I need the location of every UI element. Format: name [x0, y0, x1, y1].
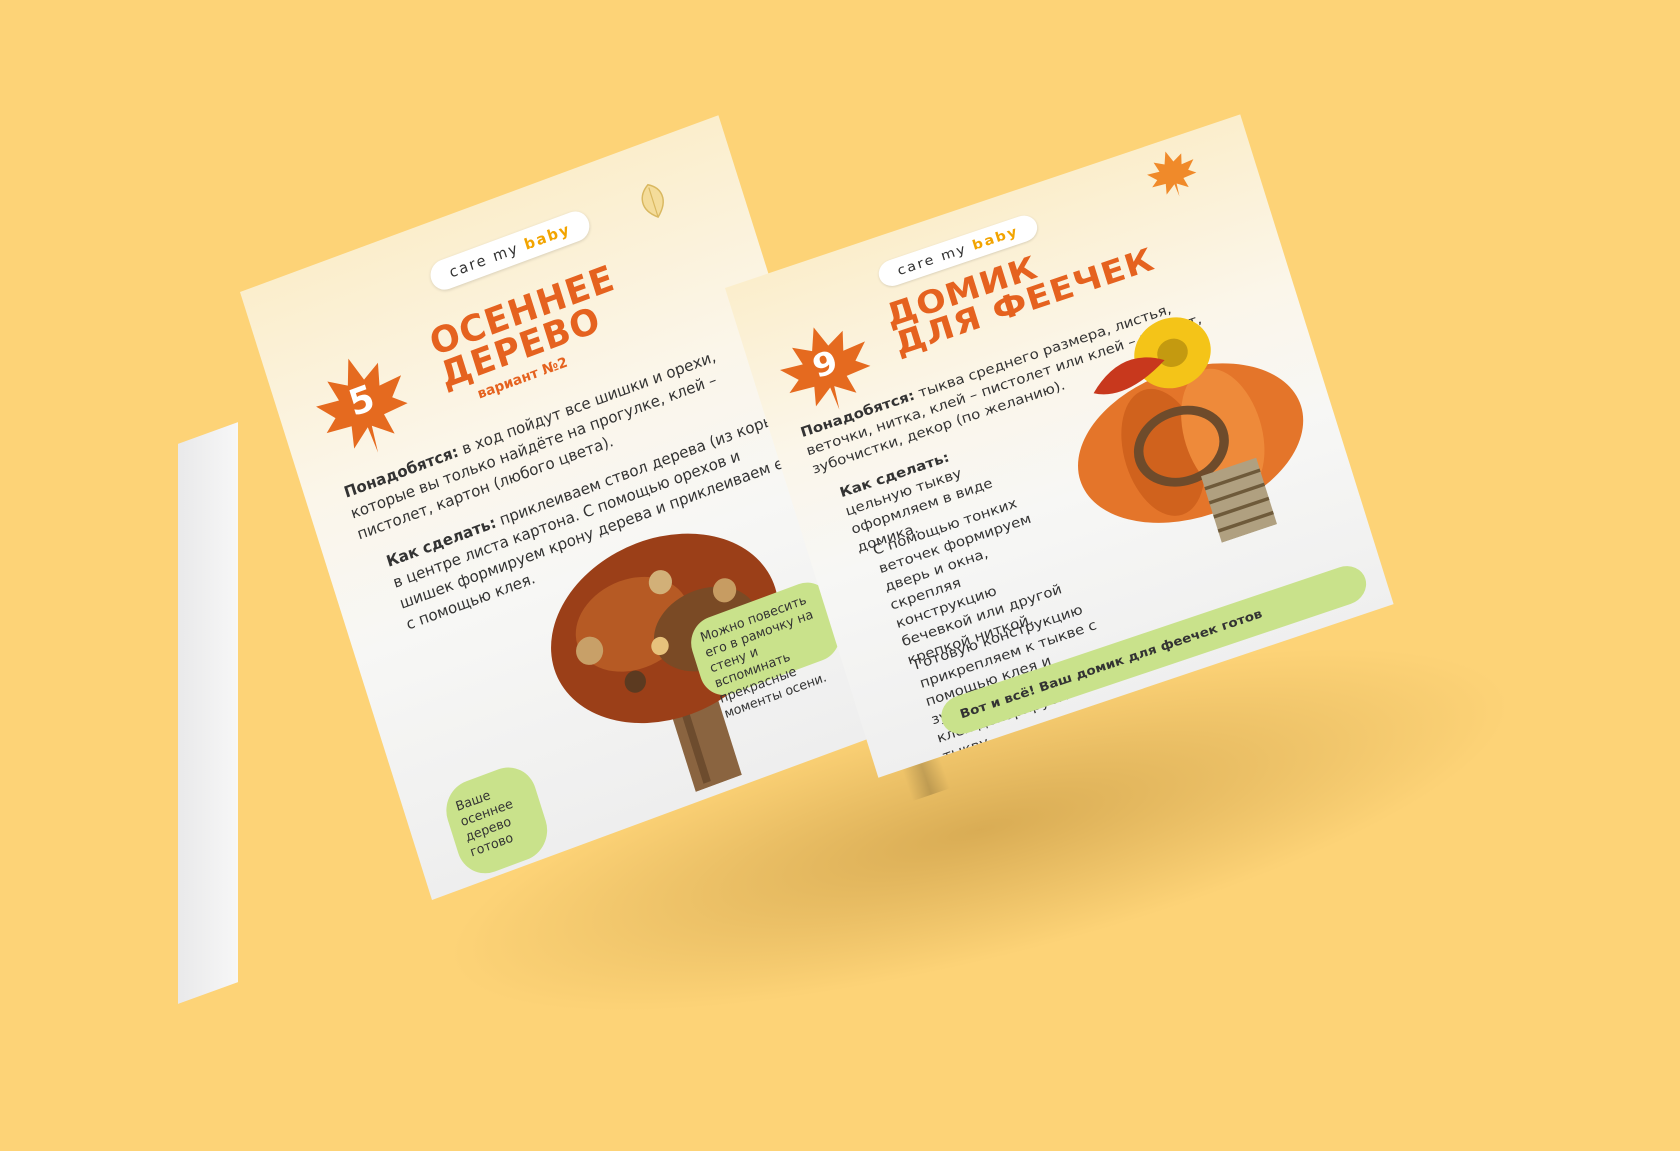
book-cover-edge	[178, 422, 238, 1004]
book-mockup-scene: care my baby 5 ОСЕННЕЕ ДЕРЕВО вариант №2…	[0, 0, 1680, 1151]
pumpkin-house-photo	[1078, 317, 1304, 543]
result-text: Ваше осеннее дерево готово	[454, 788, 516, 861]
maple-leaf-decoration-icon	[1147, 151, 1197, 197]
step-number-leaf: 5	[296, 335, 430, 477]
leaf-outline-icon	[641, 183, 664, 218]
